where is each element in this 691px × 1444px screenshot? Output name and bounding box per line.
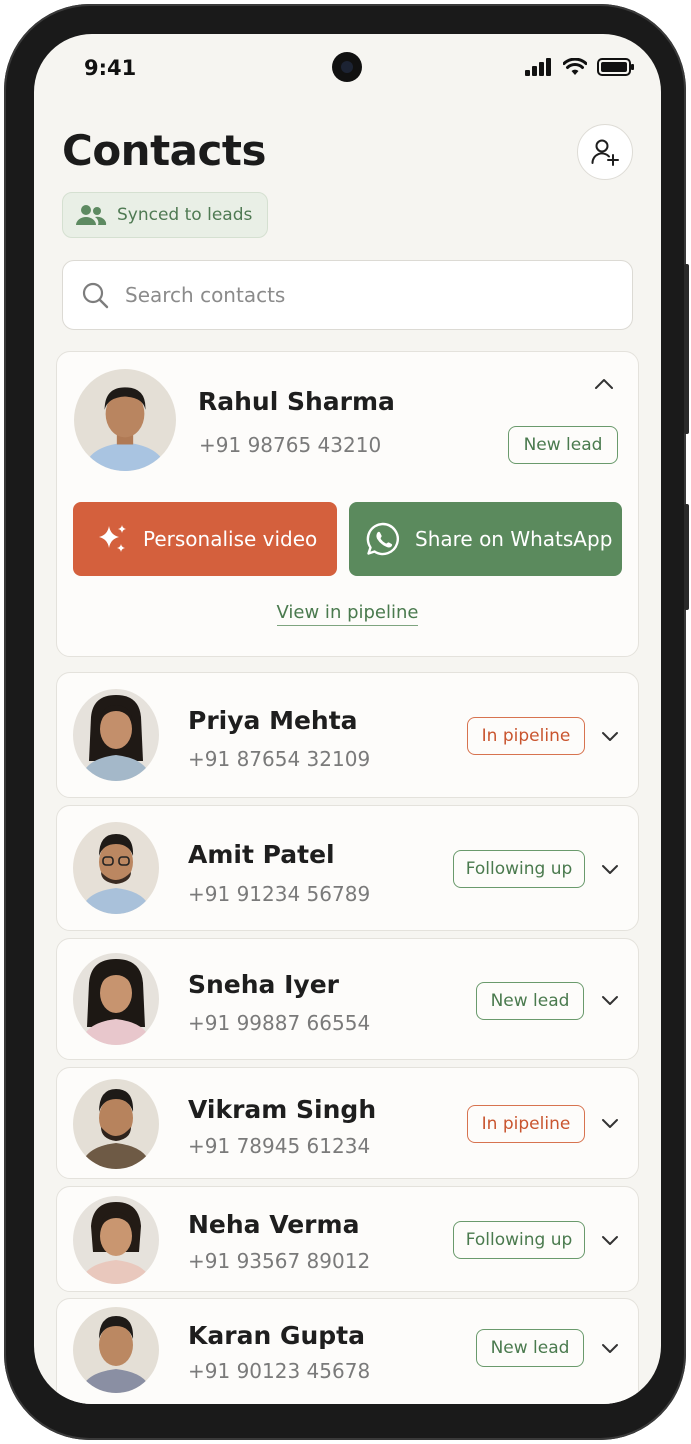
contact-name: Vikram Singh: [188, 1095, 377, 1124]
view-pipeline-label[interactable]: View in pipeline: [276, 602, 419, 626]
contact-phone: +91 87654 32109: [188, 747, 371, 771]
personalise-video-button[interactable]: Personalise video: [73, 502, 337, 576]
avatar: [74, 369, 176, 471]
contact-name: Neha Verma: [188, 1210, 360, 1239]
signal-icon: [525, 58, 551, 76]
status-badge: New lead: [476, 982, 584, 1020]
status-time: 9:41: [84, 56, 137, 80]
status-badge: In pipeline: [467, 717, 585, 755]
avatar: [73, 1196, 159, 1284]
users-icon: [76, 205, 107, 225]
wifi-icon: [563, 58, 587, 75]
search-input[interactable]: Search contacts: [125, 283, 285, 307]
contact-phone: +91 78945 61234: [188, 1134, 371, 1158]
sync-status-badge: Synced to leads: [62, 192, 268, 238]
chevron-up-icon[interactable]: [593, 373, 615, 395]
volume-button: [684, 504, 689, 610]
chevron-down-icon[interactable]: [599, 725, 621, 747]
battery-icon: [597, 58, 634, 76]
search-icon: [82, 282, 109, 309]
share-whatsapp-button[interactable]: Share on WhatsApp: [349, 502, 622, 576]
status-badge: New lead: [476, 1329, 584, 1367]
contact-phone: +91 90123 45678: [188, 1359, 371, 1383]
sync-status-label: Synced to leads: [117, 205, 253, 225]
contact-card[interactable]: Karan Gupta +91 90123 45678 New lead: [56, 1298, 639, 1404]
whatsapp-icon: [366, 522, 399, 556]
chevron-down-icon[interactable]: [599, 989, 621, 1011]
status-badge: Following up: [453, 1221, 585, 1259]
search-bar[interactable]: Search contacts: [62, 260, 633, 330]
avatar: [73, 1079, 159, 1169]
status-icons: [525, 58, 635, 76]
screen: 9:41 Contacts Synced to leads Search con…: [34, 34, 661, 1404]
contact-name: Amit Patel: [188, 840, 335, 869]
contact-card[interactable]: Amit Patel +91 91234 56789 Following up: [56, 805, 639, 931]
avatar: [73, 1307, 159, 1393]
chevron-down-icon[interactable]: [599, 858, 621, 880]
page-title: Contacts: [62, 126, 266, 175]
contact-name: Sneha Iyer: [188, 970, 340, 999]
phone-frame: 9:41 Contacts Synced to leads Search con…: [4, 4, 689, 1440]
status-badge: New lead: [508, 426, 618, 464]
add-contact-button[interactable]: [577, 124, 633, 180]
contact-phone: +91 99887 66554: [188, 1011, 371, 1035]
share-whatsapp-label: Share on WhatsApp: [415, 527, 613, 551]
contact-name: Priya Mehta: [188, 706, 358, 735]
personalise-video-label: Personalise video: [143, 527, 318, 551]
contact-name: Karan Gupta: [188, 1321, 365, 1350]
avatar: [73, 953, 159, 1045]
contact-card[interactable]: Priya Mehta +91 87654 32109 In pipeline: [56, 672, 639, 798]
view-pipeline-link[interactable]: View in pipeline: [57, 602, 638, 626]
chevron-down-icon[interactable]: [599, 1337, 621, 1359]
add-user-icon: [591, 139, 619, 166]
sparkle-icon: [99, 525, 126, 552]
contact-card[interactable]: Vikram Singh +91 78945 61234 In pipeline: [56, 1067, 639, 1179]
chevron-down-icon[interactable]: [599, 1112, 621, 1134]
status-badge: In pipeline: [467, 1105, 585, 1143]
contact-name: Rahul Sharma: [198, 387, 395, 416]
avatar: [73, 689, 159, 781]
contact-card[interactable]: Sneha Iyer +91 99887 66554 New lead: [56, 938, 639, 1060]
contact-phone: +91 98765 43210: [199, 433, 382, 457]
front-camera: [332, 52, 362, 82]
contact-card[interactable]: Neha Verma +91 93567 89012 Following up: [56, 1186, 639, 1292]
contact-phone: +91 93567 89012: [188, 1249, 371, 1273]
side-button: [684, 264, 689, 434]
contact-phone: +91 91234 56789: [188, 882, 371, 906]
contact-card-expanded[interactable]: Rahul Sharma +91 98765 43210 New lead Pe…: [56, 351, 639, 657]
chevron-down-icon[interactable]: [599, 1229, 621, 1251]
status-badge: Following up: [453, 850, 585, 888]
avatar: [73, 822, 159, 914]
